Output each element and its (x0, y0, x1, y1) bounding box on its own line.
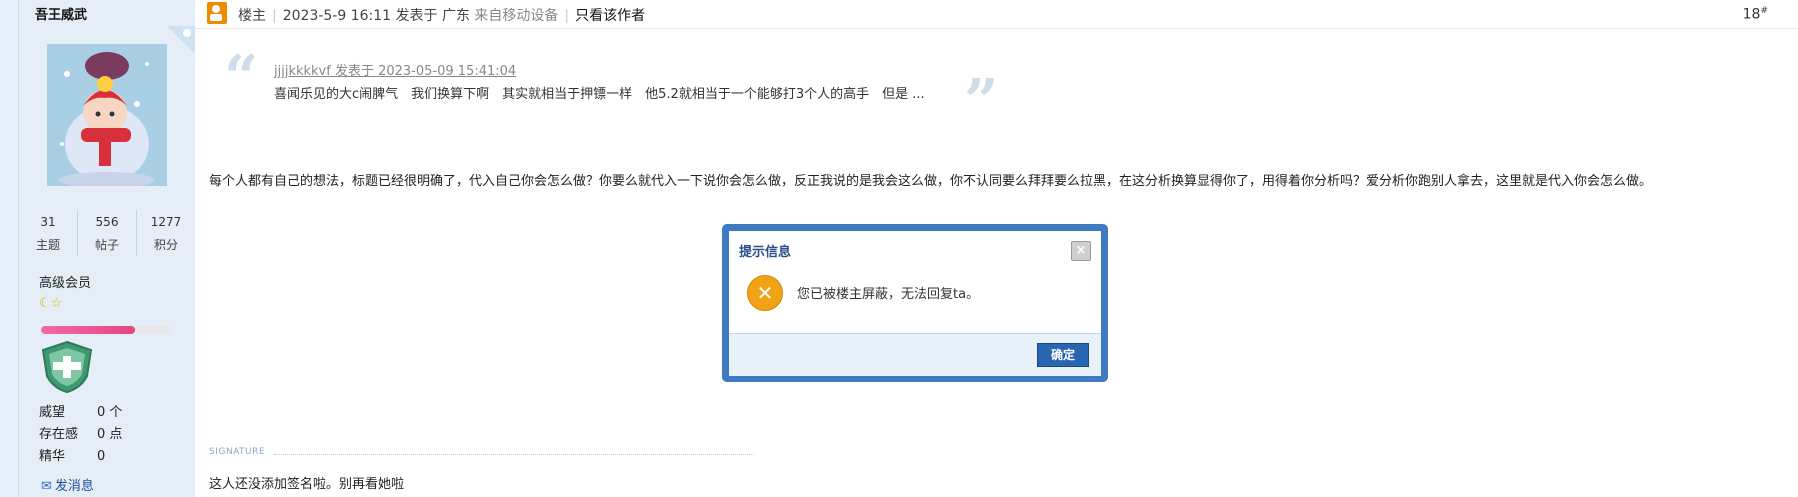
dialog-footer: 确定 (729, 333, 1101, 376)
moon-icon: ☾ (39, 296, 51, 311)
author-only-link[interactable]: 只看该作者 (575, 8, 645, 24)
info-key: 威望 (39, 405, 66, 420)
stat-topics-label: 主题 (35, 238, 60, 252)
info-row-digest: 精华 0 (39, 446, 122, 468)
info-row-presence: 存在感 0 点 (39, 424, 122, 446)
info-key: 精华 (39, 449, 66, 464)
quote-close-icon: ” (964, 67, 999, 137)
floor-value: 18 (1742, 6, 1761, 23)
user-info: 威望 0 个 存在感 0 点 精华 0 (39, 402, 122, 468)
medal-icon[interactable] (41, 340, 93, 398)
left-margin-stripe (0, 0, 18, 497)
post-body: 每个人都有自己的想法，标题已经很明确了，代入自己你会怎么做？你要么就代入一下说你… (209, 174, 1653, 189)
user-stats: 31 主题 556 帖子 1277 积分 (19, 210, 195, 256)
send-message-label: 发消息 (54, 479, 94, 494)
star-icon: ☆ (50, 296, 63, 311)
info-value: 0 点 (97, 427, 123, 442)
alert-dialog: 提示信息 × ✕ 您已被楼主屏蔽，无法回复ta。 确定 (722, 224, 1108, 382)
corner-dot (183, 29, 191, 37)
shield-icon (41, 340, 93, 394)
stat-points-value: 1277 (150, 215, 182, 229)
level-progress-fill (41, 326, 135, 334)
username[interactable]: 吾王威武 (35, 4, 87, 23)
avatar[interactable] (47, 44, 167, 186)
signature-label: SIGNATURE (209, 447, 266, 457)
post-timestamp: 2023-5-9 16:11 发表于 广东 (282, 8, 470, 24)
stat-topics[interactable]: 31 主题 (19, 210, 78, 256)
info-value: 0 (97, 449, 106, 464)
thread-owner-icon (207, 2, 227, 24)
dialog-title: 提示信息 (739, 245, 792, 260)
user-sidebar: 吾王威武 31 主题 556 帖子 1277 积分 高级会员 ☾☆ 威望 0 个… (18, 0, 195, 497)
level-progress-bar (41, 326, 171, 334)
avatar-image (47, 44, 167, 186)
person-icon (210, 5, 222, 21)
quote-meta[interactable]: jjjjkkkkvf 发表于 2023-05-09 15:41:04 (274, 60, 516, 79)
signature-text: 这人还没添加签名啦。别再看她啦 (209, 477, 405, 492)
post-meta: 楼主 | 2023-5-9 16:11 发表于 广东 来自移动设备 | 只看该作者 (238, 5, 645, 25)
floor-sup: # (1760, 6, 1768, 16)
floor-number[interactable]: 18# (1743, 6, 1768, 23)
signature-divider (274, 454, 754, 455)
user-group[interactable]: 高级会员 (39, 272, 91, 291)
separator: | (272, 8, 277, 24)
quote-open-icon: “ (224, 43, 259, 113)
stat-points-label: 积分 (153, 238, 178, 252)
post-device: 来自移动设备 (474, 8, 559, 24)
sidebar-corner-decoration (167, 26, 195, 54)
dialog-body: 提示信息 × ✕ 您已被楼主屏蔽，无法回复ta。 确定 (729, 231, 1101, 376)
stat-posts-value: 556 (95, 215, 119, 229)
stat-topics-value: 31 (40, 215, 56, 229)
stat-points[interactable]: 1277 积分 (137, 210, 195, 256)
error-icon: ✕ (747, 275, 783, 311)
info-value: 0 个 (97, 405, 123, 420)
info-row-prestige: 威望 0 个 (39, 402, 122, 424)
close-icon[interactable]: × (1071, 241, 1091, 261)
stat-posts-label: 帖子 (94, 238, 119, 252)
rank-icons: ☾☆ (39, 296, 62, 311)
confirm-button[interactable]: 确定 (1037, 343, 1089, 367)
envelope-icon: ✉ (41, 479, 52, 494)
separator: | (564, 8, 570, 24)
post-header: 楼主 | 2023-5-9 16:11 发表于 广东 来自移动设备 | 只看该作者 18… (194, 0, 1798, 29)
quote-body: 喜闻乐见的大c闹脾气 我们换算下啊 其实就相当于押镖一样 他5.2就相当于一个能… (274, 87, 925, 102)
info-key: 存在感 (39, 427, 79, 442)
send-message-link[interactable]: ✉ 发消息 (41, 475, 94, 494)
dialog-message: 您已被楼主屏蔽，无法回复ta。 (797, 287, 980, 302)
owner-label: 楼主 (238, 8, 266, 24)
stat-posts[interactable]: 556 帖子 (78, 210, 137, 256)
